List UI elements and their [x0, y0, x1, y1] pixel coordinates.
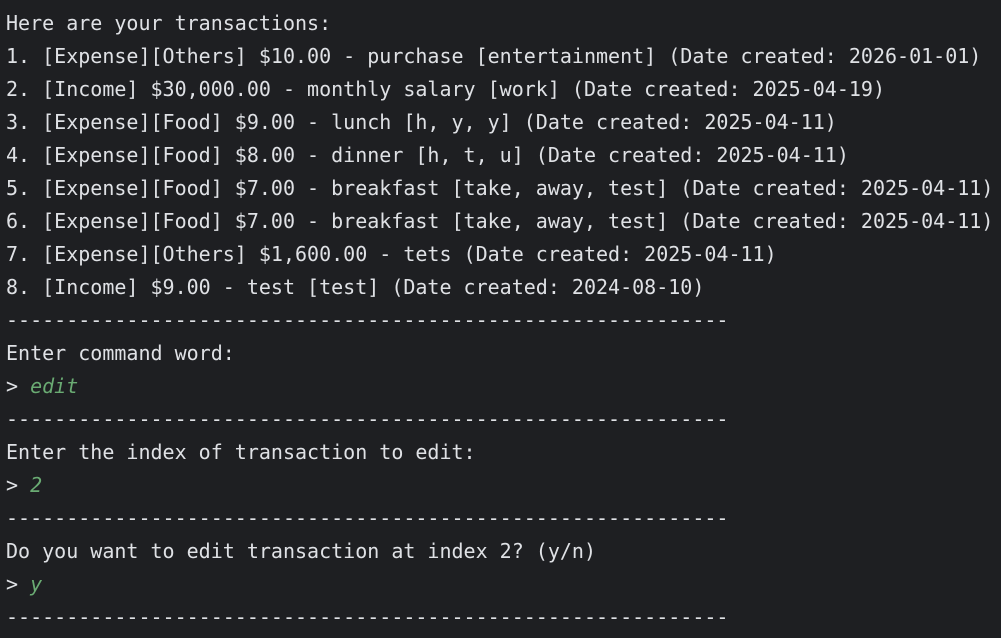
separator-line: ----------------------------------------…: [6, 506, 729, 530]
transactions-header: Here are your transactions:: [6, 11, 332, 35]
separator-line: ----------------------------------------…: [6, 407, 729, 431]
confirm-input: y: [30, 572, 43, 596]
prompt-symbol: >: [6, 572, 31, 596]
transaction-line: 2. [Income] $30,000.00 - monthly salary …: [6, 77, 885, 101]
transaction-line: 7. [Expense][Others] $1,600.00 - tets (D…: [6, 242, 777, 266]
transaction-line: 1. [Expense][Others] $10.00 - purchase […: [6, 44, 982, 68]
transaction-line: 8. [Income] $9.00 - test [test] (Date cr…: [6, 275, 705, 299]
transaction-line: 5. [Expense][Food] $7.00 - breakfast [ta…: [6, 176, 994, 200]
command-input-line[interactable]: > edit: [6, 374, 1001, 407]
command-word-prompt: Enter command word:: [6, 341, 235, 365]
prompt-symbol: >: [6, 374, 31, 398]
transaction-line: 4. [Expense][Food] $8.00 - dinner [h, t,…: [6, 143, 849, 167]
terminal-window[interactable]: Here are your transactions: 1. [Expense]…: [0, 0, 1001, 629]
confirm-prompt: Do you want to edit transaction at index…: [6, 539, 597, 563]
separator-line: ----------------------------------------…: [6, 308, 729, 332]
confirm-input-line[interactable]: > y: [6, 572, 1001, 605]
index-prompt: Enter the index of transaction to edit:: [6, 440, 476, 464]
index-input-line[interactable]: > 2: [6, 473, 1001, 506]
transaction-line: 6. [Expense][Food] $7.00 - breakfast [ta…: [6, 209, 994, 233]
transaction-line: 3. [Expense][Food] $9.00 - lunch [h, y, …: [6, 110, 837, 134]
separator-line: ----------------------------------------…: [6, 605, 729, 629]
prompt-symbol: >: [6, 473, 31, 497]
index-input: 2: [30, 473, 43, 497]
command-word-input: edit: [30, 374, 79, 398]
